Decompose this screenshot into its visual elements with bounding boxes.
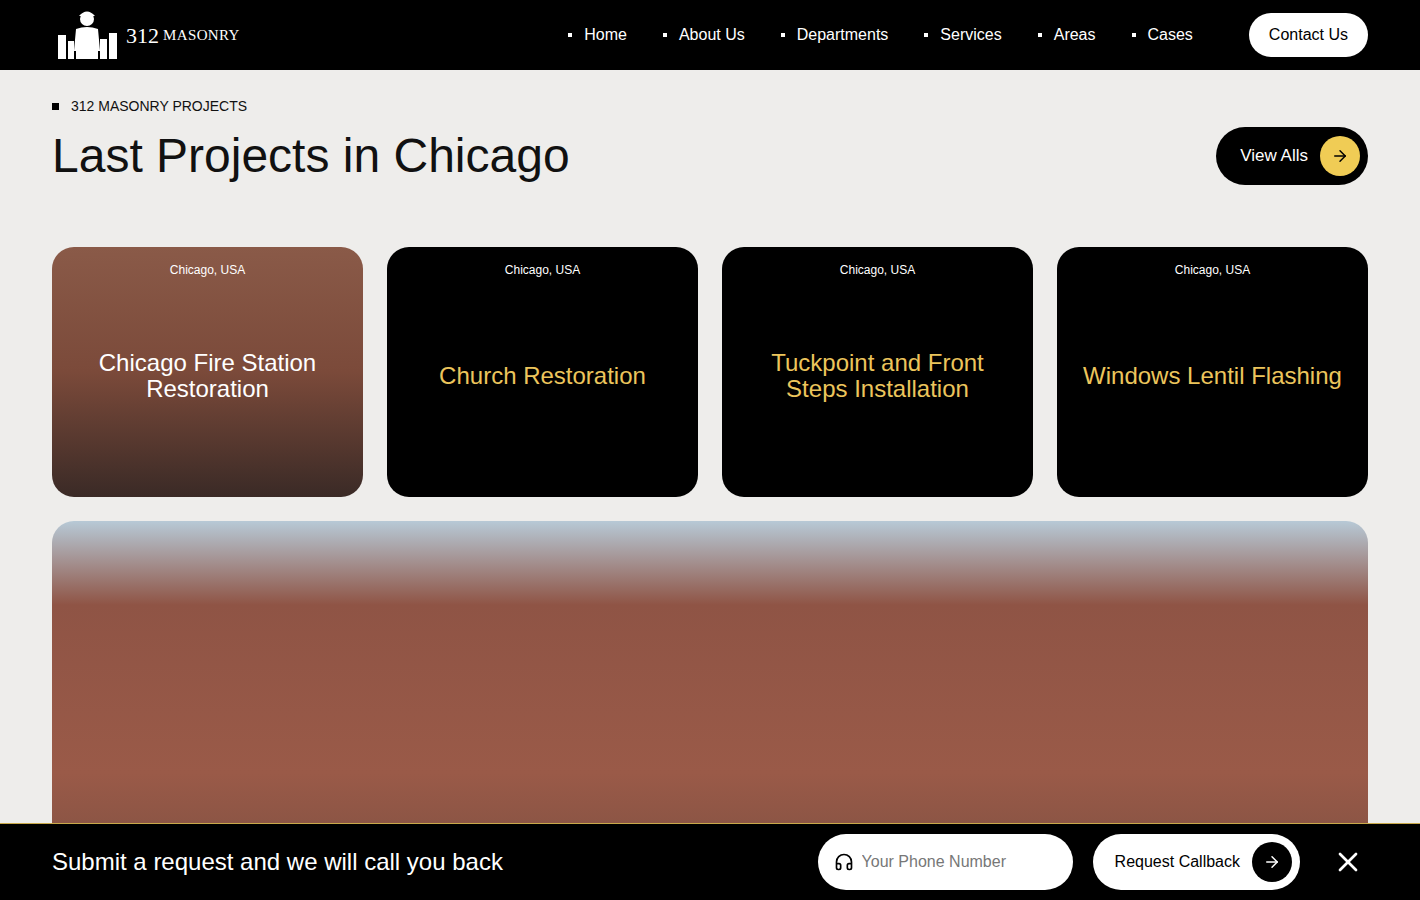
nav-item[interactable]: Departments xyxy=(781,23,889,47)
card-title: Chicago Fire Station Restoration xyxy=(68,350,347,403)
card-title: Tuckpoint and Front Steps Installation xyxy=(738,350,1017,403)
callback-text: Submit a request and we will call you ba… xyxy=(52,844,503,880)
request-callback-button[interactable]: Request Callback xyxy=(1093,834,1300,890)
logo-name: MASONRY xyxy=(163,24,240,47)
nav-item[interactable]: Home xyxy=(568,23,627,47)
nav-item[interactable]: Services xyxy=(924,23,1001,47)
nav-item[interactable]: Areas xyxy=(1038,23,1096,47)
page: 312MASONRY Home About Us Departments Service… xyxy=(0,0,1420,900)
close-button[interactable] xyxy=(1328,842,1368,882)
nav-item[interactable]: About Us xyxy=(663,23,745,47)
eyebrow-square xyxy=(52,103,59,110)
project-card[interactable]: Chicago, USA Tuckpoint and Front Steps In… xyxy=(722,247,1033,497)
card-location: Chicago, USA xyxy=(840,261,915,279)
main-nav: Home About Us Departments Services Areas Case… xyxy=(568,23,1193,47)
view-all-button[interactable]: View Alls xyxy=(1216,127,1368,185)
logo-number: 312 xyxy=(126,19,159,52)
arrow-right-icon xyxy=(1320,136,1360,176)
close-icon xyxy=(1332,846,1364,878)
card-title: Windows Lentil Flashing xyxy=(1083,363,1342,389)
headset-icon xyxy=(834,852,854,872)
card-location: Chicago, USA xyxy=(1175,261,1250,279)
card-title: Church Restoration xyxy=(439,363,646,389)
header-right: Home About Us Departments Services Areas Case… xyxy=(568,13,1368,57)
site-header: 312MASONRY Home About Us Departments Service… xyxy=(0,0,1420,70)
phone-field[interactable] xyxy=(818,834,1073,890)
nav-item[interactable]: Cases xyxy=(1132,23,1193,47)
card-location: Chicago, USA xyxy=(505,261,580,279)
logo[interactable]: 312MASONRY xyxy=(52,7,240,63)
nav-bullet xyxy=(663,33,667,37)
nav-bullet xyxy=(781,33,785,37)
card-location: Chicago, USA xyxy=(170,261,245,279)
contact-button[interactable]: Contact Us xyxy=(1249,13,1368,57)
callback-bar: Submit a request and we will call you ba… xyxy=(0,823,1420,900)
eyebrow: 312 MASONRY PROJECTS xyxy=(52,96,1368,117)
project-card[interactable]: Chicago, USA Chicago Fire Station Restora… xyxy=(52,247,363,497)
project-card[interactable]: Chicago, USA Windows Lentil Flashing xyxy=(1057,247,1368,497)
phone-input[interactable] xyxy=(862,850,1057,874)
logo-worker-icon xyxy=(52,7,122,63)
projects-section: 312 MASONRY PROJECTS Last Projects in Chi… xyxy=(0,70,1420,900)
section-title: Last Projects in Chicago xyxy=(52,127,570,185)
arrow-right-icon xyxy=(1252,842,1292,882)
nav-bullet xyxy=(1132,33,1136,37)
nav-bullet xyxy=(568,33,572,37)
project-card[interactable]: Chicago, USA Church Restoration xyxy=(387,247,698,497)
nav-bullet xyxy=(924,33,928,37)
project-cards: Chicago, USA Chicago Fire Station Restora… xyxy=(52,247,1368,497)
nav-bullet xyxy=(1038,33,1042,37)
